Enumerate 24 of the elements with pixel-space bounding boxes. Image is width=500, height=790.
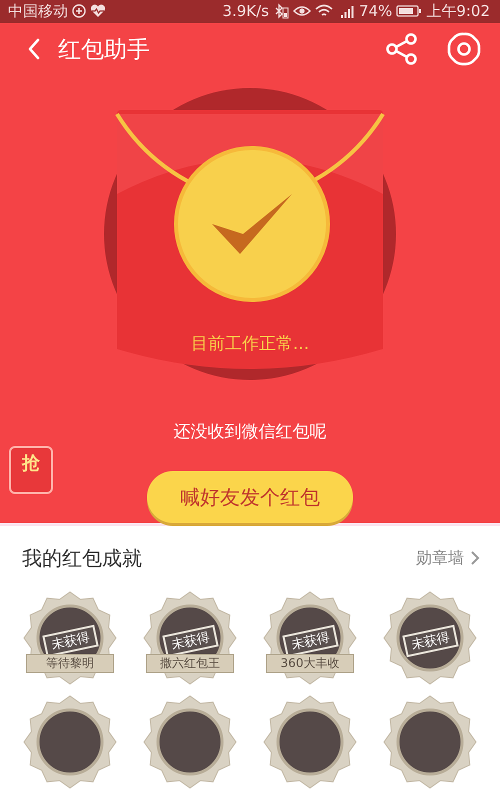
section-title: 我的红包成就: [22, 544, 142, 572]
network-speed: 3.9K/s: [222, 2, 269, 20]
bluetooth-icon: [272, 3, 289, 20]
envelope-status-text: 目前工作正常...: [190, 333, 310, 355]
heart-pulse-icon: [90, 4, 106, 18]
carrier-name: 中国移动: [8, 2, 68, 21]
share-button[interactable]: [384, 31, 420, 68]
back-button[interactable]: [26, 37, 42, 62]
circle-plus-icon: [72, 4, 86, 18]
badge-ribbon-label: 360大丰收: [266, 654, 354, 673]
battery-icon: [396, 4, 422, 18]
eye-icon: [292, 4, 311, 18]
wifi-icon: [314, 4, 333, 18]
settings-button[interactable]: [446, 31, 482, 68]
no-envelope-message: 还没收到微信红包呢: [174, 421, 326, 443]
battery-percent: 74%: [358, 2, 392, 20]
badge-wall-link[interactable]: 勋章墙: [416, 548, 480, 568]
ask-friends-button[interactable]: 喊好友发个红包: [147, 471, 353, 523]
grab-envelope-button[interactable]: 抢: [9, 446, 53, 494]
badge-ribbon-label: 撒六红包王: [146, 654, 234, 673]
chevron-right-icon: [470, 550, 480, 566]
clock-time: 上午9:02: [426, 2, 490, 21]
page-title: 红包助手: [58, 36, 150, 65]
badge-ribbon-label: 等待黎明: [26, 654, 114, 673]
